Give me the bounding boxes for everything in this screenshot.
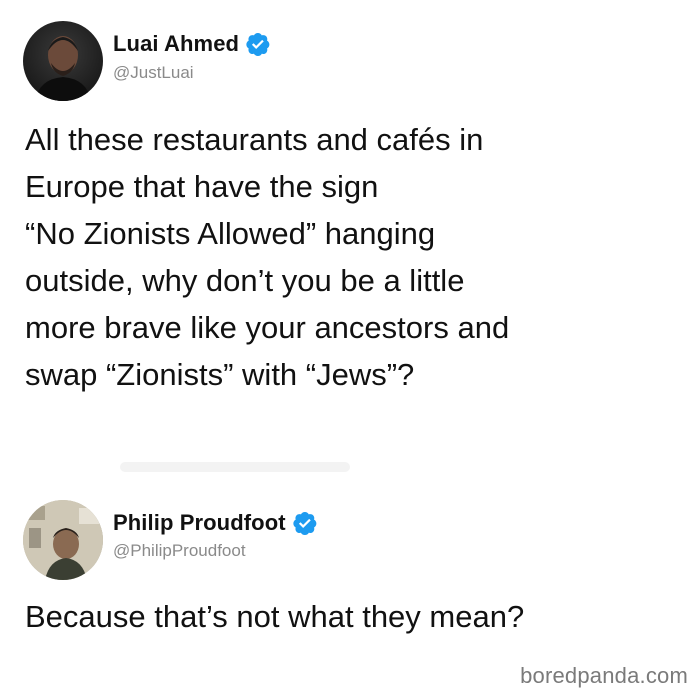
avatar[interactable] [23, 500, 103, 580]
author-row: Philip Proudfoot [113, 510, 318, 536]
tweet-text: All these restaurants and cafés in Europ… [25, 122, 510, 392]
display-name[interactable]: Philip Proudfoot [113, 510, 286, 536]
display-name[interactable]: Luai Ahmed [113, 31, 239, 57]
tweet-text: Because that’s not what they mean? [25, 599, 525, 634]
avatar-photo [35, 36, 91, 101]
avatar-photo [23, 500, 103, 580]
handle[interactable]: @PhilipProudfoot [113, 541, 246, 561]
verified-badge-icon [293, 512, 317, 536]
author-row: Luai Ahmed [113, 31, 271, 57]
avatar[interactable] [23, 21, 103, 101]
handle[interactable]: @JustLuai [113, 63, 194, 83]
verified-badge-icon [246, 33, 270, 57]
watermark: boredpanda.com [520, 663, 688, 688]
divider [120, 462, 350, 472]
